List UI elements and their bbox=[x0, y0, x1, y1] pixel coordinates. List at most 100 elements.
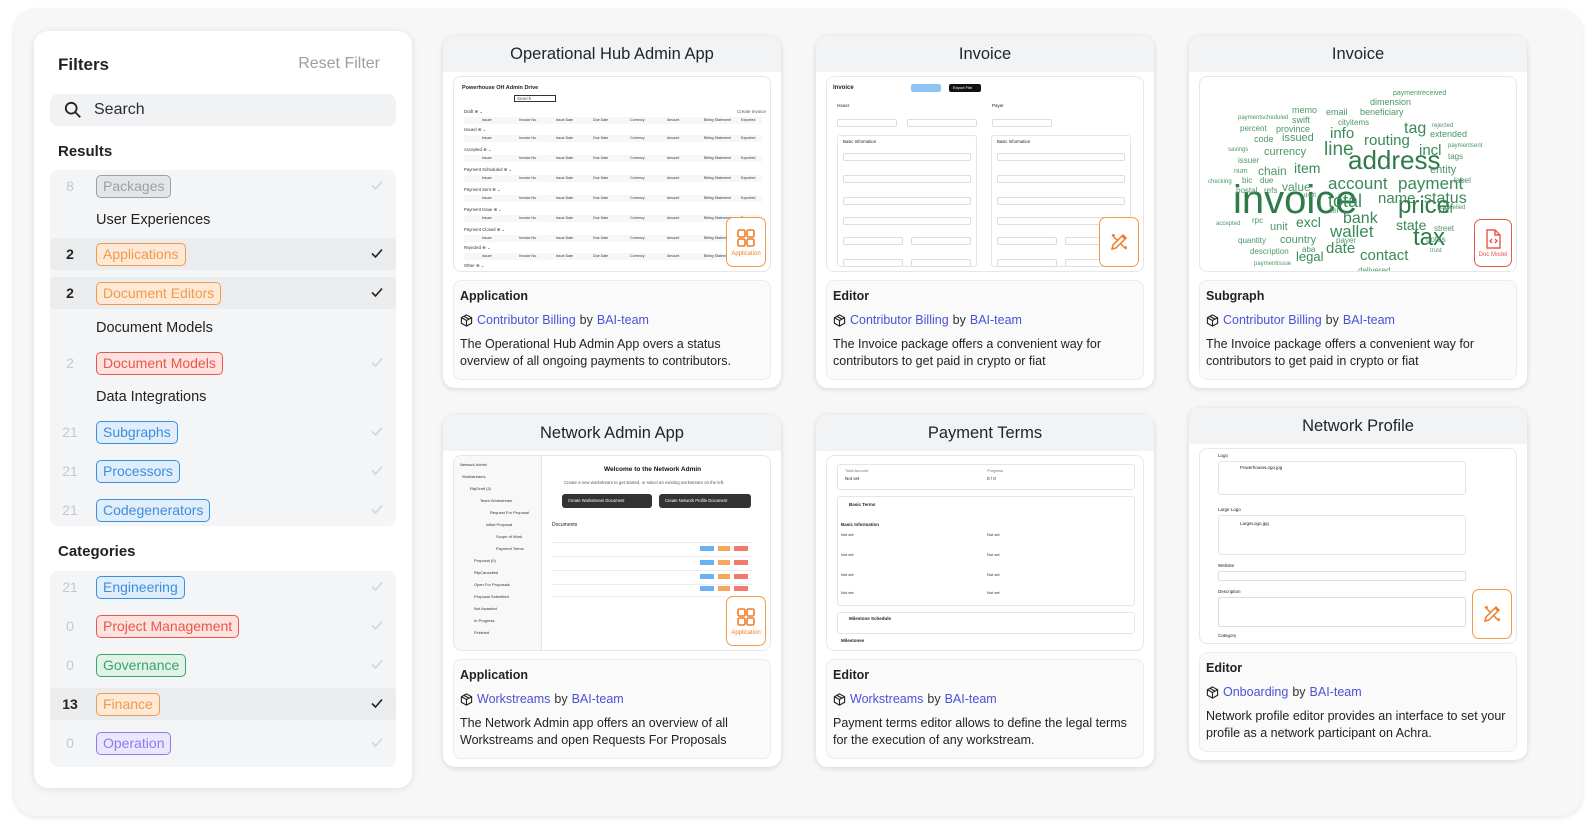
package-card[interactable]: Operational Hub Admin App Powerhouse OH A… bbox=[443, 36, 781, 388]
check-icon bbox=[371, 465, 383, 476]
search-input[interactable]: Search bbox=[50, 94, 396, 126]
preview-field bbox=[997, 197, 1125, 205]
filter-count: 21 bbox=[62, 502, 78, 518]
card-description: Payment terms editor allows to define th… bbox=[833, 716, 1127, 747]
word: issuer bbox=[1238, 156, 1260, 165]
package-link[interactable]: Contributor Billing bbox=[1223, 313, 1322, 327]
preview-text: Exported bbox=[741, 118, 756, 122]
team-link[interactable]: BAI-team bbox=[970, 313, 1022, 327]
filter-tag: Applications bbox=[96, 242, 186, 266]
preview-text: Currency bbox=[630, 176, 645, 180]
word: street bbox=[1434, 224, 1455, 233]
package-card[interactable]: Invoice invoice address price tax account paym… bbox=[1189, 36, 1527, 388]
preview-text: Invoice No. bbox=[519, 136, 537, 140]
package-card[interactable]: Payment Terms Total Amount Not set Progress… bbox=[816, 415, 1154, 767]
filter-row[interactable]: 21 Processors bbox=[50, 455, 396, 487]
word: paymentscheduled bbox=[1238, 115, 1288, 121]
preview-text: Issue Date bbox=[556, 156, 574, 160]
category-row[interactable]: 13 Finance bbox=[50, 688, 396, 720]
preview-text: RfpDraft (3) bbox=[470, 486, 491, 491]
category-tag: Operation bbox=[96, 731, 172, 755]
preview-text: Workstreams bbox=[462, 474, 486, 479]
search-placeholder: Search bbox=[94, 101, 145, 118]
preview-text: RfpCancelled bbox=[474, 570, 499, 575]
team-link[interactable]: BAI-team bbox=[597, 313, 649, 327]
by-text: by bbox=[1292, 685, 1306, 699]
preview-text: Issuer bbox=[482, 196, 492, 200]
package-link[interactable]: Onboarding bbox=[1223, 685, 1288, 699]
card-kind: Application bbox=[460, 289, 529, 303]
preview-field bbox=[1218, 571, 1466, 581]
team-link[interactable]: BAI-team bbox=[1310, 685, 1362, 699]
word: info bbox=[1330, 125, 1354, 142]
card-info: Subgraph Contributor Billing by BAI-team The… bbox=[1199, 280, 1517, 380]
package-card[interactable]: Invoice Invoice Export File Issuer Payer Basi… bbox=[816, 36, 1154, 388]
word: value bbox=[1282, 180, 1311, 194]
card-author-line: Workstreams by BAI-team bbox=[833, 692, 1137, 706]
card-title: Network Profile bbox=[1189, 408, 1527, 444]
filter-row[interactable]: 21 Codegenerators bbox=[50, 494, 396, 526]
preview-text: Not set bbox=[841, 552, 854, 557]
preview-text: Exported bbox=[741, 156, 756, 160]
preview-text: Due Date bbox=[593, 118, 609, 122]
package-link[interactable]: Workstreams bbox=[850, 692, 923, 706]
preview-text: Open For Proposals bbox=[474, 582, 510, 587]
preview-text: Basic Information bbox=[841, 522, 880, 527]
category-tag: Finance bbox=[96, 692, 160, 716]
doc-model-badge: Doc Model bbox=[1474, 219, 1512, 267]
preview-text: Due Date bbox=[593, 136, 609, 140]
filter-row[interactable]: 21 Subgraphs bbox=[50, 416, 396, 448]
preview-text: Search bbox=[517, 96, 532, 101]
package-card[interactable]: Network Profile Logo PowerhouseLogo.jpg Lar… bbox=[1189, 408, 1527, 760]
package-card[interactable]: Network Admin App Network Admin Workstream… bbox=[443, 415, 781, 767]
category-tag: Project Management bbox=[96, 614, 240, 638]
team-link[interactable]: BAI-team bbox=[1343, 313, 1395, 327]
filter-row[interactable]: 2 Applications bbox=[50, 238, 396, 270]
reset-filter-button[interactable]: Reset Filter bbox=[298, 55, 380, 73]
preview-text: Basic Information bbox=[843, 139, 877, 144]
word: line bbox=[1324, 139, 1354, 160]
filter-row[interactable]: 8 Packages bbox=[50, 170, 396, 202]
check-icon bbox=[371, 659, 383, 670]
category-row[interactable]: 0 Operation bbox=[50, 727, 396, 759]
preview-text: Issue Date bbox=[556, 176, 574, 180]
card-description: The Invoice package offers a convenient … bbox=[1206, 337, 1474, 368]
preview-text: 0 / 0 bbox=[987, 476, 996, 481]
package-link[interactable]: Contributor Billing bbox=[850, 313, 949, 327]
preview-text: Amount bbox=[667, 196, 680, 200]
filter-count: 2 bbox=[66, 246, 74, 262]
check-icon bbox=[371, 737, 383, 748]
filter-row[interactable]: 2 Document Models bbox=[50, 347, 396, 379]
word: routing bbox=[1364, 132, 1410, 149]
preview-field bbox=[997, 237, 1057, 245]
word: dimension bbox=[1370, 97, 1411, 107]
preview-text: Currency bbox=[630, 216, 645, 220]
preview-line bbox=[552, 584, 752, 585]
card-author-line: Contributor Billing by BAI-team bbox=[460, 313, 764, 327]
word: accepted bbox=[1216, 221, 1240, 227]
by-text: by bbox=[579, 313, 593, 327]
badge-label: Application bbox=[731, 630, 761, 636]
package-link[interactable]: Workstreams bbox=[477, 692, 550, 706]
preview-text: Payment Sent ⊕ ⌄ bbox=[464, 187, 501, 192]
category-tag: Governance bbox=[96, 653, 187, 677]
preview-chip bbox=[734, 586, 748, 591]
preview-line bbox=[552, 542, 752, 543]
preview-text: Not set bbox=[987, 590, 1000, 595]
categories-heading: Categories bbox=[58, 543, 136, 560]
word: quantity bbox=[1238, 236, 1266, 245]
preview-text: Exported bbox=[741, 176, 756, 180]
preview-text: Powerhouse OH Admin Drive bbox=[462, 85, 539, 91]
card-info: Application Workstreams by BAI-team The Netw… bbox=[453, 659, 771, 759]
preview-text: Due Date bbox=[593, 216, 609, 220]
category-row[interactable]: 0 Governance bbox=[50, 649, 396, 681]
word: items bbox=[1350, 118, 1369, 127]
filter-row[interactable]: 2 Document Editors bbox=[50, 277, 396, 309]
category-row[interactable]: 21 Engineering bbox=[50, 571, 396, 603]
preview-text: Billing Statement bbox=[704, 156, 731, 160]
package-link[interactable]: Contributor Billing bbox=[477, 313, 576, 327]
team-link[interactable]: BAI-team bbox=[945, 692, 997, 706]
team-link[interactable]: BAI-team bbox=[572, 692, 624, 706]
category-row[interactable]: 0 Project Management bbox=[50, 610, 396, 642]
word: paymentreceived bbox=[1393, 90, 1446, 97]
